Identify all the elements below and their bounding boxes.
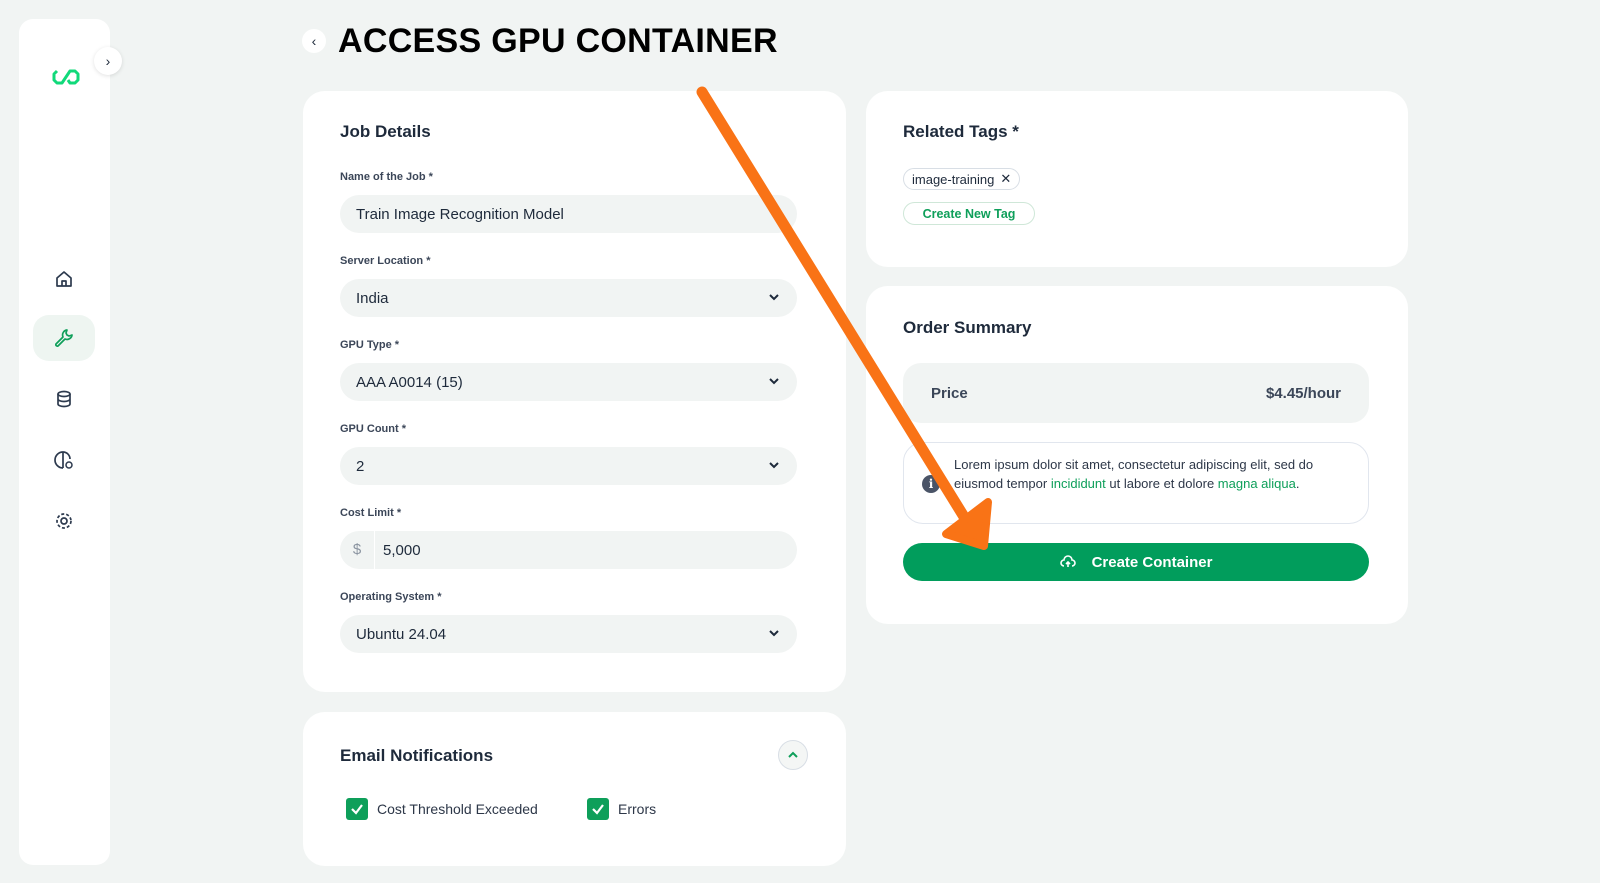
gpu-type-select[interactable]: AAA A0014 (15) — [340, 363, 797, 401]
cost-threshold-checkbox[interactable]: Cost Threshold Exceeded — [346, 798, 538, 820]
cost-limit-input[interactable]: $5,000 — [340, 531, 797, 569]
price-value: $4.45/hour — [1265, 384, 1341, 402]
info-link[interactable]: magna aliqua — [1218, 476, 1296, 491]
expand-sidebar-button[interactable]: › — [94, 47, 122, 75]
order-summary-card: Order Summary Price $4.45/hour i Lorem ips… — [866, 286, 1408, 624]
info-icon: i — [922, 475, 940, 493]
related-tags-title: Related Tags * — [903, 122, 1019, 141]
gpu-count-value: 2 — [356, 457, 365, 475]
tag-chip: image-training ✕ — [903, 168, 1021, 190]
chevron-down-icon — [769, 462, 779, 469]
chevron-up-icon — [788, 751, 798, 758]
gpu-count-select[interactable]: 2 — [340, 447, 797, 485]
gpu-count-label: GPU Count * — [340, 423, 406, 435]
info-notice: i Lorem ipsum dolor sit amet, consectetur… — [903, 442, 1369, 524]
cloud-upload-icon — [1059, 555, 1076, 567]
close-icon[interactable]: ✕ — [1000, 171, 1011, 187]
chevron-down-icon — [769, 378, 779, 385]
sidebar-item-tools[interactable] — [33, 315, 95, 361]
os-value: Ubuntu 24.04 — [356, 625, 447, 643]
os-label: Operating System * — [340, 591, 442, 603]
page-title: ACCESS GPU CONTAINER — [338, 22, 778, 60]
gpu-type-label: GPU Type * — [340, 339, 400, 351]
logo-icon — [52, 69, 80, 85]
os-select[interactable]: Ubuntu 24.04 — [340, 615, 797, 653]
email-notifications-title: Email Notifications — [340, 746, 494, 765]
back-button[interactable]: ‹ — [302, 29, 326, 53]
sidebar-item-home[interactable] — [33, 256, 95, 302]
job-details-title: Job Details — [340, 122, 431, 141]
checkmark-icon — [346, 798, 368, 820]
checkmark-icon — [587, 798, 609, 820]
order-summary-title: Order Summary — [903, 318, 1032, 337]
info-text: . — [1295, 475, 1300, 491]
create-container-label: Create Container — [1091, 553, 1213, 571]
sidebar-item-database[interactable] — [33, 376, 95, 422]
job-details-card: Job Details Name of the Job * Train Imag… — [303, 91, 846, 692]
tag-label: image-training — [912, 171, 995, 187]
related-tags-card: Related Tags * image-training ✕ Create Ne… — [866, 91, 1408, 267]
sidebar — [19, 19, 110, 865]
info-text: ut labore et dolore — [1105, 475, 1218, 491]
errors-checkbox[interactable]: Errors — [587, 798, 656, 820]
database-icon — [57, 390, 71, 408]
create-new-tag-button[interactable]: Create New Tag — [903, 202, 1035, 225]
settings-icon — [56, 513, 72, 529]
currency-prefix: $ — [340, 531, 375, 569]
sidebar-item-models[interactable] — [33, 437, 95, 483]
info-link[interactable]: incididunt — [1051, 476, 1106, 491]
price-label: Price — [931, 384, 968, 402]
home-icon — [56, 271, 72, 287]
job-name-label: Name of the Job * — [340, 171, 433, 183]
chevron-right-icon: › — [105, 53, 111, 69]
collapse-button[interactable] — [778, 740, 808, 770]
create-container-button[interactable]: Create Container — [903, 543, 1369, 581]
gpu-type-value: AAA A0014 (15) — [356, 373, 463, 391]
cost-limit-value: 5,000 — [383, 541, 421, 559]
chevron-down-icon — [769, 294, 779, 301]
server-location-value: India — [356, 289, 389, 307]
chevron-left-icon: ‹ — [311, 33, 317, 49]
cost-threshold-label: Cost Threshold Exceeded — [377, 801, 538, 817]
server-location-label: Server Location * — [340, 255, 431, 267]
errors-label: Errors — [618, 801, 657, 817]
job-name-input[interactable]: Train Image Recognition Model — [340, 195, 797, 233]
email-notifications-card: Email Notifications Cost Threshold Excee… — [303, 712, 846, 866]
brain-gear-icon — [54, 451, 73, 469]
cost-limit-label: Cost Limit * — [340, 507, 402, 519]
server-location-select[interactable]: India — [340, 279, 797, 317]
sidebar-item-settings[interactable] — [33, 498, 95, 544]
wrench-icon — [55, 329, 73, 347]
chevron-down-icon — [769, 630, 779, 637]
price-row: Price $4.45/hour — [903, 363, 1369, 423]
